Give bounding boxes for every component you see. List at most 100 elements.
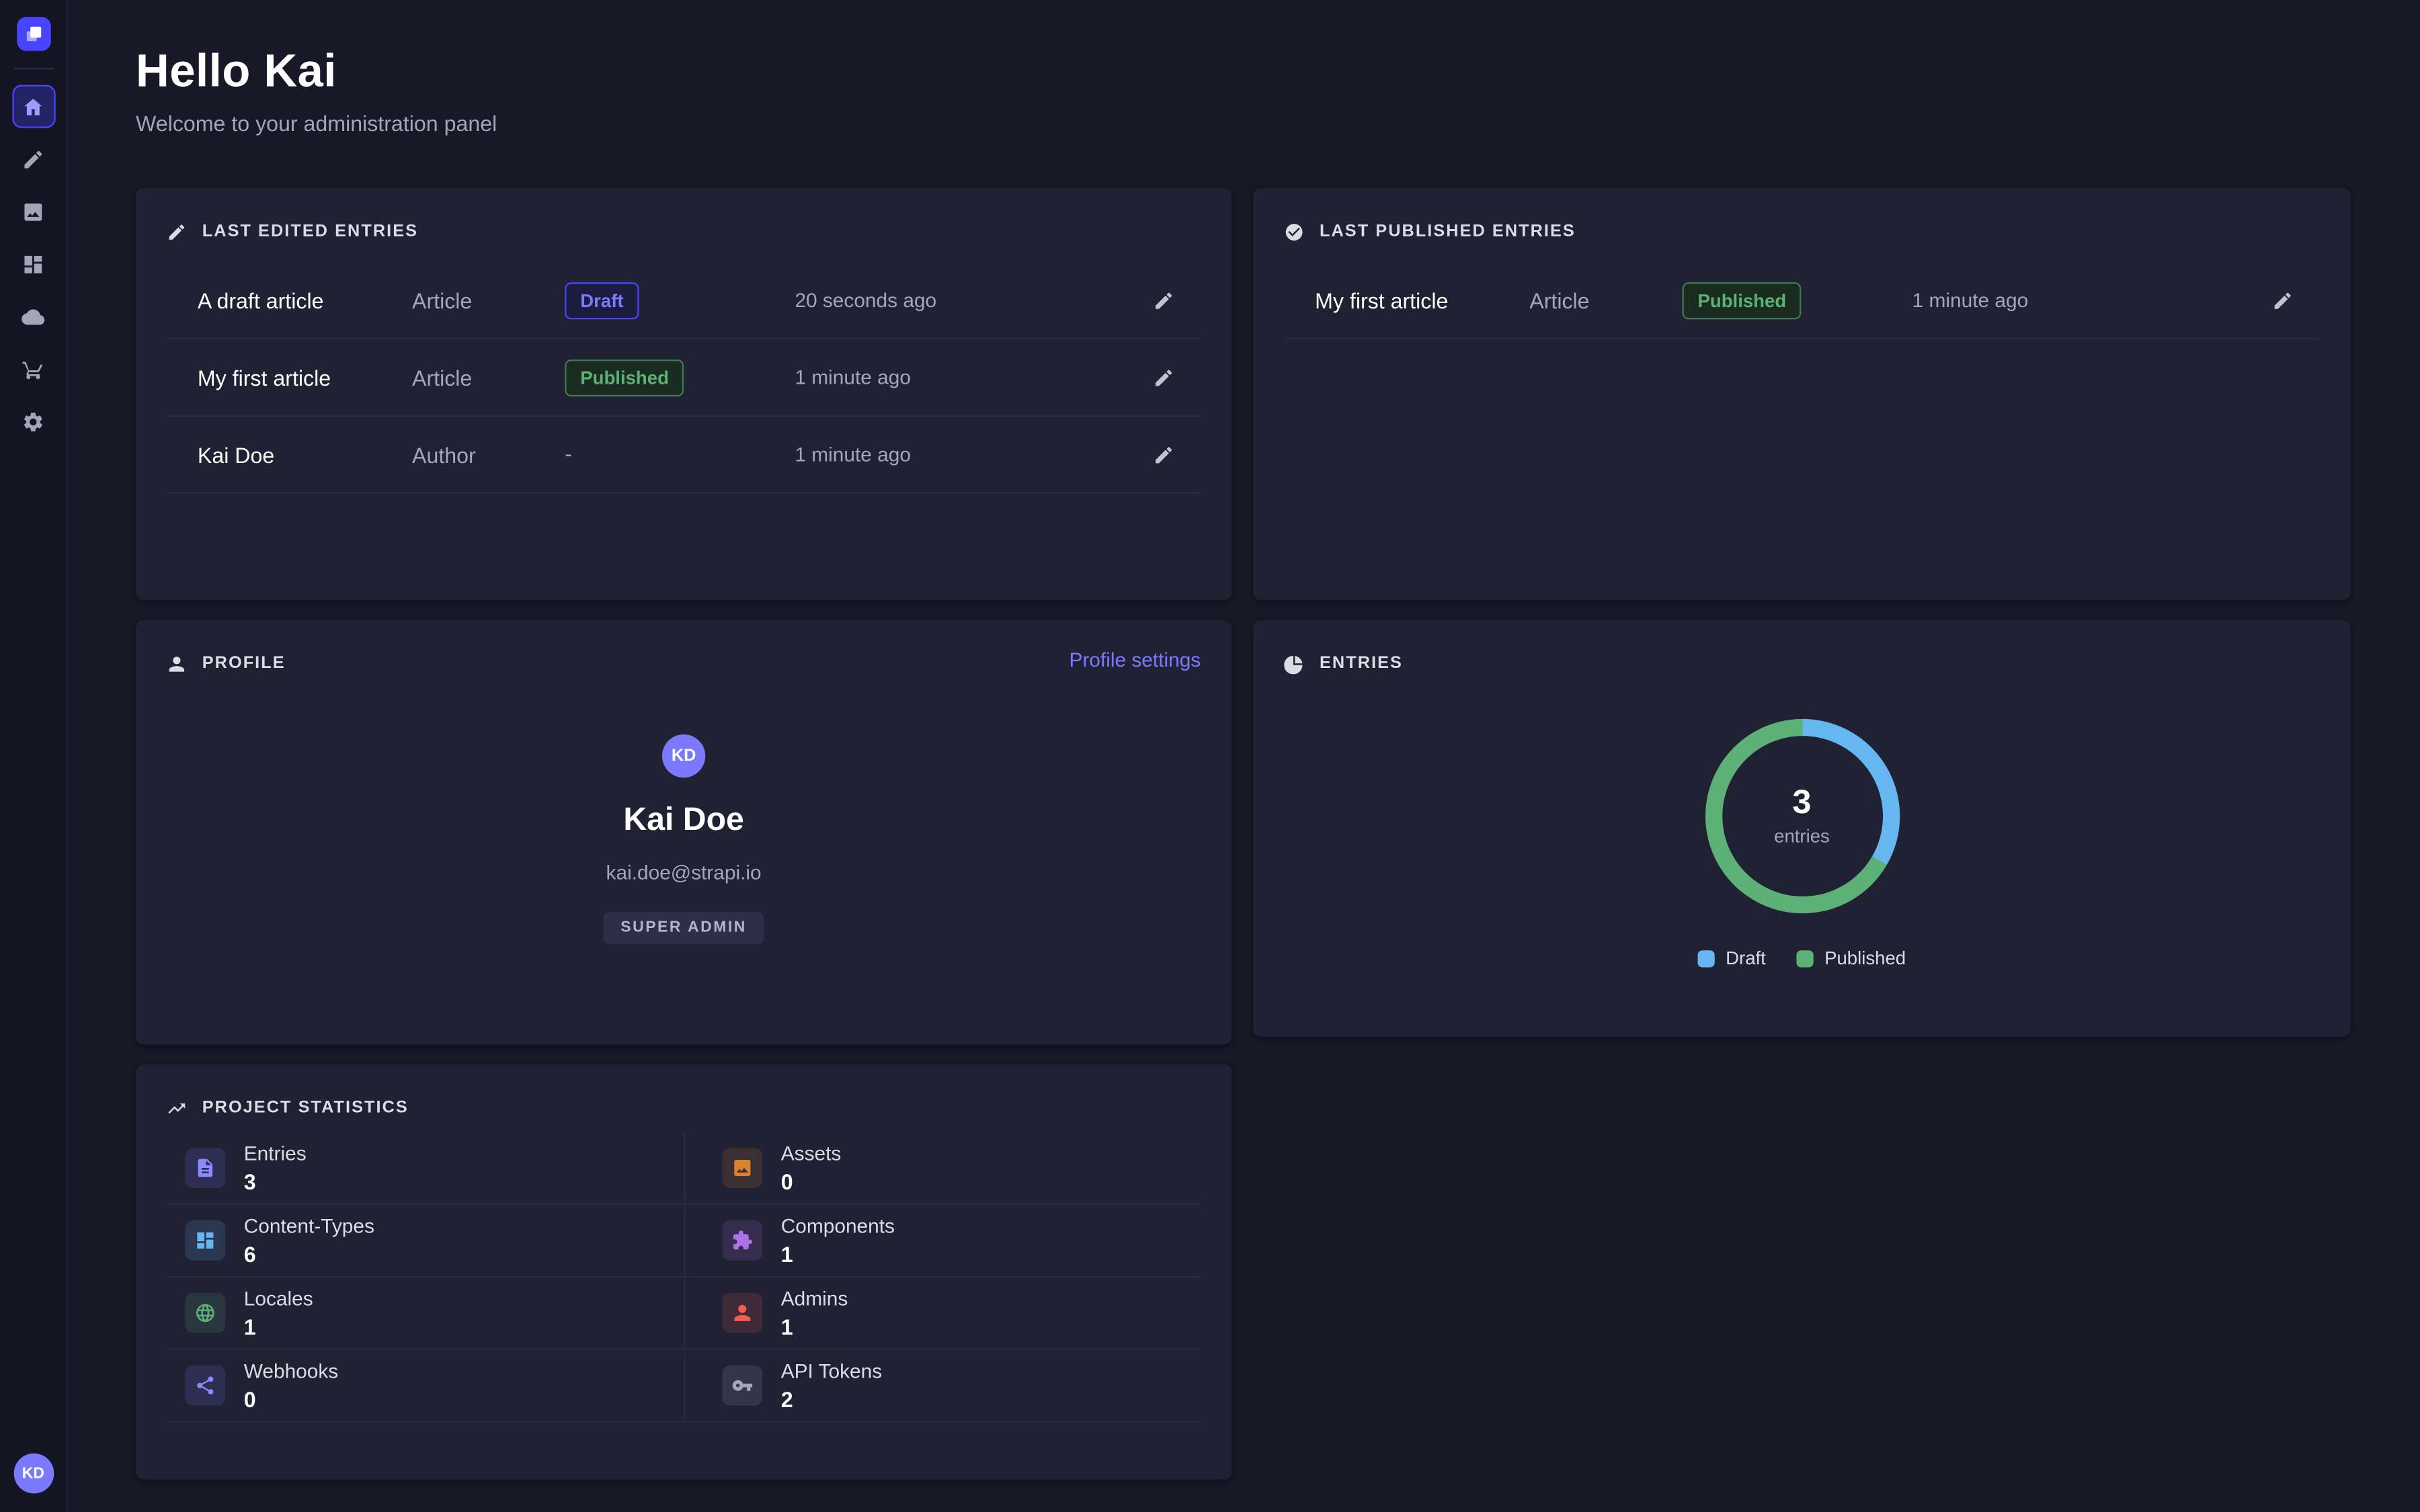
avatar: KD	[662, 734, 705, 778]
user-icon	[722, 1293, 762, 1333]
entry-time: 1 minute ago	[795, 443, 1142, 466]
edit-entry-button[interactable]	[1142, 278, 1185, 321]
entry-type: Article	[412, 365, 565, 390]
status-badge: Draft	[565, 282, 639, 319]
pencil-icon	[1153, 444, 1174, 465]
entry-status: -	[565, 440, 795, 468]
settings-icon	[22, 410, 44, 433]
legend-swatch-draft	[1698, 950, 1715, 966]
card-title: LAST EDITED ENTRIES	[202, 222, 418, 241]
nav-deploy[interactable]	[11, 295, 54, 338]
entry-name: A draft article	[198, 288, 412, 312]
stat-content-types: Content-Types 6	[167, 1205, 684, 1277]
stat-label: Entries	[244, 1142, 307, 1165]
legend-swatch-published	[1797, 950, 1814, 966]
entries-header: ENTRIES	[1284, 651, 2320, 676]
user-icon	[167, 653, 187, 673]
entry-status: Draft	[565, 282, 795, 319]
stat-value: 6	[244, 1242, 374, 1267]
document-icon	[186, 1148, 226, 1188]
stat-assets: Assets 0	[684, 1132, 1201, 1205]
nav-content-type-builder[interactable]	[11, 242, 54, 285]
nav-marketplace[interactable]	[11, 347, 54, 390]
image-icon	[722, 1148, 762, 1188]
stat-label: API Tokens	[781, 1359, 882, 1382]
user-avatar[interactable]: KD	[13, 1454, 54, 1494]
stat-locales: Locales 1	[167, 1277, 684, 1350]
legend-label: Draft	[1726, 948, 1766, 969]
entries-body: 3 entries Draft Published	[1284, 719, 2320, 969]
strapi-logo[interactable]	[16, 17, 50, 51]
stat-label: Admins	[781, 1287, 848, 1310]
donut-label: entries	[1774, 825, 1830, 847]
last-published-card: LAST PUBLISHED ENTRIES My first article …	[1253, 188, 2350, 600]
entry-time: 1 minute ago	[1912, 288, 2261, 311]
edit-entry-button[interactable]	[1142, 433, 1185, 476]
entries-card: ENTRIES 3 entries Draft	[1253, 620, 2350, 1037]
role-badge: SUPER ADMIN	[604, 912, 764, 944]
strapi-logo-icon	[22, 23, 44, 44]
nav-home[interactable]	[11, 85, 54, 128]
profile-settings-link[interactable]: Profile settings	[1069, 648, 1201, 671]
widgets-grid: LAST EDITED ENTRIES A draft article Arti…	[136, 188, 2352, 1480]
entry-name: My first article	[198, 365, 412, 390]
stat-admins: Admins 1	[684, 1277, 1201, 1350]
nav-settings[interactable]	[11, 400, 54, 443]
project-statistics-header: PROJECT STATISTICS	[167, 1095, 1201, 1120]
puzzle-icon	[722, 1220, 762, 1261]
layout-icon	[186, 1220, 226, 1261]
edit-entry-button[interactable]	[1142, 355, 1185, 398]
status-empty: -	[565, 440, 572, 465]
card-title: ENTRIES	[1320, 654, 1403, 673]
home-icon	[22, 95, 44, 118]
trending-up-icon	[167, 1098, 187, 1118]
edit-entry-button[interactable]	[2261, 278, 2304, 321]
table-row[interactable]: My first article Article Published 1 min…	[1284, 262, 2320, 339]
pencil-icon	[167, 221, 187, 241]
project-statistics-card: PROJECT STATISTICS Entries 3	[136, 1064, 1232, 1480]
entry-time: 1 minute ago	[795, 366, 1142, 388]
legend-item-draft: Draft	[1698, 948, 1766, 969]
stat-value: 1	[781, 1242, 895, 1267]
card-title: PROFILE	[202, 654, 286, 673]
entries-donut: 3 entries	[1705, 719, 1899, 913]
last-edited-table: A draft article Article Draft 20 seconds…	[167, 262, 1201, 493]
table-row[interactable]: Kai Doe Author - 1 minute ago	[167, 417, 1201, 494]
entry-status: Published	[1683, 282, 1912, 319]
stat-value: 0	[244, 1387, 338, 1412]
entry-type: Article	[1529, 288, 1682, 312]
stat-label: Components	[781, 1214, 895, 1237]
entry-type: Author	[412, 442, 565, 467]
strapi-admin-app: KD Hello Kai Welcome to your administrat…	[0, 0, 2420, 1512]
profile-email: kai.doe@strapi.io	[606, 861, 762, 884]
stat-label: Webhooks	[244, 1359, 338, 1382]
entry-time: 20 seconds ago	[795, 288, 1142, 311]
stat-value: 0	[781, 1169, 842, 1194]
status-badge: Published	[565, 359, 684, 396]
entry-name: Kai Doe	[198, 442, 412, 467]
entry-status: Published	[565, 359, 795, 396]
profile-body: KD Kai Doe kai.doe@strapi.io SUPER ADMIN	[167, 734, 1201, 944]
table-row[interactable]: My first article Article Published 1 min…	[167, 339, 1201, 417]
stat-components: Components 1	[684, 1205, 1201, 1277]
globe-icon	[186, 1293, 226, 1333]
profile-header: PROFILE	[167, 651, 1201, 676]
stat-label: Assets	[781, 1142, 842, 1165]
nav-content-manager[interactable]	[11, 137, 54, 180]
stats-grid: Entries 3 Assets 0	[167, 1132, 1201, 1423]
stat-value: 3	[244, 1169, 307, 1194]
homepage: Hello Kai Welcome to your administration…	[68, 0, 2420, 1512]
stat-label: Content-Types	[244, 1214, 374, 1237]
stat-webhooks: Webhooks 0	[167, 1350, 684, 1423]
table-row[interactable]: A draft article Article Draft 20 seconds…	[167, 262, 1201, 339]
last-published-table: My first article Article Published 1 min…	[1284, 262, 2320, 339]
pencil-icon	[1153, 289, 1174, 310]
pencil-icon	[2272, 289, 2294, 310]
cloud-icon	[22, 304, 44, 327]
media-library-icon	[22, 200, 44, 222]
content-manager-icon	[22, 147, 44, 170]
profile-card: PROFILE Profile settings KD Kai Doe kai.…	[136, 620, 1232, 1044]
nav-media-library[interactable]	[11, 190, 54, 233]
legend-label: Published	[1824, 948, 1906, 969]
key-icon	[722, 1366, 762, 1406]
